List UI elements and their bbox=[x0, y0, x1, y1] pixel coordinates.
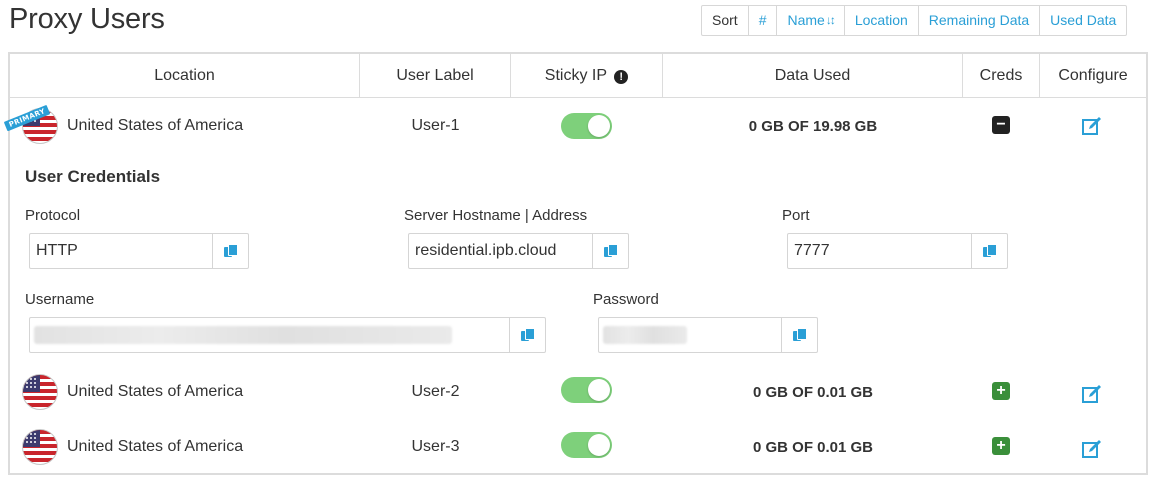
sort-by-name-label: Name bbox=[787, 12, 825, 28]
header-location: Location bbox=[10, 54, 360, 98]
table-row: United States of America User-2 0 GB OF … bbox=[10, 365, 1146, 419]
hostname-value[interactable]: residential.ipb.cloud bbox=[409, 234, 592, 268]
header-sticky-ip-label: Sticky IP bbox=[544, 67, 607, 84]
info-icon[interactable]: ! bbox=[614, 70, 629, 84]
location-cell: United States of America bbox=[10, 420, 360, 474]
location-name: United States of America bbox=[67, 117, 244, 134]
table-header: Location User Label Sticky IP ! Data Use… bbox=[10, 54, 1146, 98]
username-value[interactable] bbox=[30, 318, 509, 352]
header-data-used: Data Used bbox=[663, 54, 963, 98]
header-configure: Configure bbox=[1058, 67, 1128, 84]
location-cell: PRIMARY United States of America bbox=[3, 99, 360, 153]
protocol-label: Protocol bbox=[25, 207, 81, 224]
sort-direction-icon: ↓↕ bbox=[825, 13, 836, 27]
edit-icon[interactable] bbox=[1081, 383, 1103, 405]
copy-port-button[interactable] bbox=[971, 234, 1007, 268]
header-user-label: User Label bbox=[360, 54, 511, 98]
sticky-ip-toggle[interactable] bbox=[561, 377, 612, 403]
protocol-field: HTTP bbox=[29, 233, 249, 269]
copy-icon bbox=[604, 244, 618, 258]
credentials-title: User Credentials bbox=[25, 167, 161, 186]
location-name: United States of America bbox=[67, 438, 244, 455]
copy-password-button[interactable] bbox=[781, 318, 817, 352]
hostname-label: Server Hostname | Address bbox=[404, 207, 588, 224]
data-used-value: 0 GB OF 19.98 GB bbox=[748, 118, 878, 135]
port-field: 7777 bbox=[787, 233, 1008, 269]
password-field bbox=[598, 317, 818, 353]
location-name: United States of America bbox=[67, 383, 244, 400]
user-label: User-3 bbox=[411, 438, 460, 455]
usa-flag-icon bbox=[22, 374, 58, 410]
table-row: United States of America User-3 0 GB OF … bbox=[10, 420, 1146, 474]
expand-creds-button[interactable]: + bbox=[992, 437, 1010, 455]
copy-icon bbox=[224, 244, 238, 258]
expand-creds-button[interactable]: + bbox=[992, 382, 1010, 400]
user-label: User-2 bbox=[411, 383, 460, 400]
redacted-username bbox=[34, 326, 452, 344]
username-field bbox=[29, 317, 546, 353]
sort-by-number-button[interactable]: # bbox=[749, 6, 778, 35]
password-label: Password bbox=[593, 291, 659, 308]
sort-by-name-button[interactable]: Name ↓↕ bbox=[777, 6, 845, 35]
username-label: Username bbox=[25, 291, 95, 308]
location-cell: United States of America bbox=[10, 365, 360, 419]
sticky-ip-toggle[interactable] bbox=[561, 432, 612, 458]
sort-by-remaining-data-button[interactable]: Remaining Data bbox=[919, 6, 1041, 35]
usa-flag-icon bbox=[22, 429, 58, 465]
copy-protocol-button[interactable] bbox=[212, 234, 248, 268]
copy-username-button[interactable] bbox=[509, 318, 545, 352]
sort-by-location-button[interactable]: Location bbox=[845, 6, 919, 35]
port-value[interactable]: 7777 bbox=[788, 234, 971, 268]
redacted-password bbox=[603, 326, 687, 344]
data-used-value: 0 GB OF 0.01 GB bbox=[752, 439, 874, 456]
user-label: User-1 bbox=[411, 117, 460, 134]
edit-icon[interactable] bbox=[1081, 438, 1103, 460]
header-sticky-ip: Sticky IP ! bbox=[511, 54, 663, 98]
table-row: PRIMARY United States of America User-1 … bbox=[3, 99, 1146, 153]
collapse-creds-button[interactable]: − bbox=[992, 116, 1010, 134]
sort-label: Sort bbox=[702, 6, 749, 35]
header-creds: Creds bbox=[963, 54, 1040, 98]
copy-icon bbox=[521, 328, 535, 342]
page-title: Proxy Users bbox=[9, 3, 165, 35]
port-label: Port bbox=[782, 207, 810, 224]
password-value[interactable] bbox=[599, 318, 781, 352]
copy-hostname-button[interactable] bbox=[592, 234, 628, 268]
sticky-ip-toggle[interactable] bbox=[561, 113, 612, 139]
copy-icon bbox=[793, 328, 807, 342]
proxy-users-table: Location User Label Sticky IP ! Data Use… bbox=[3, 52, 1148, 475]
data-used-value: 0 GB OF 0.01 GB bbox=[752, 384, 874, 401]
hostname-field: residential.ipb.cloud bbox=[408, 233, 629, 269]
sort-bar: Sort # Name ↓↕ Location Remaining Data U… bbox=[701, 5, 1128, 36]
copy-icon bbox=[983, 244, 997, 258]
edit-icon[interactable] bbox=[1081, 115, 1103, 137]
protocol-value[interactable]: HTTP bbox=[30, 234, 212, 268]
sort-by-used-data-button[interactable]: Used Data bbox=[1040, 6, 1126, 35]
user-credentials-panel: User Credentials Protocol HTTP Server Ho… bbox=[10, 153, 1146, 373]
